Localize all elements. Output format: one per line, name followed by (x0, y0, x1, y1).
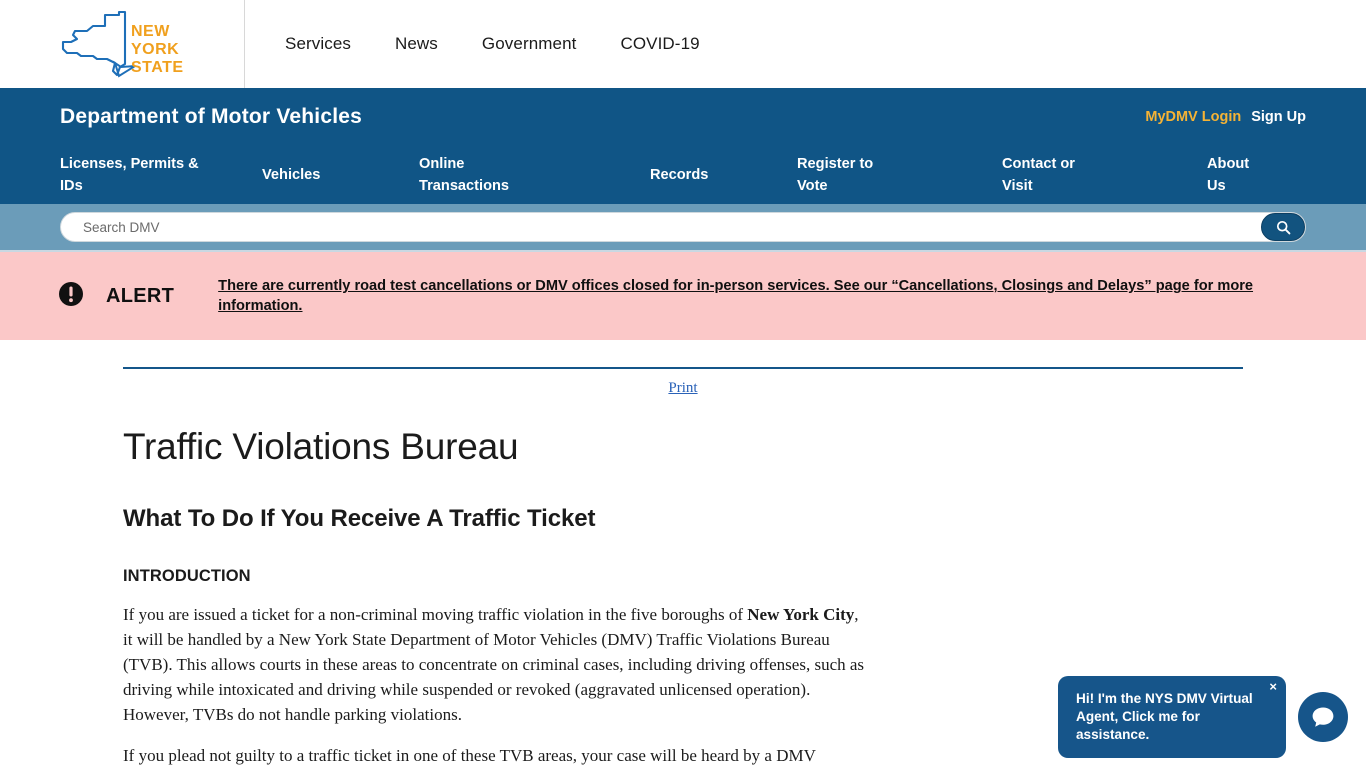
section-heading-introduction: INTRODUCTION (123, 567, 251, 585)
paragraph-introduction-2: If you plead not guilty to a traffic tic… (123, 746, 816, 765)
ny-state-logo-icon: NEW YORK STATE (61, 10, 184, 78)
alert-label: ALERT (106, 284, 175, 307)
dmv-nav-label-contact-or-visit: Contact or Visit (1002, 156, 1075, 194)
search-submit-button[interactable] (1261, 213, 1305, 241)
svg-text:YORK: YORK (131, 41, 179, 58)
dmv-primary-nav: Licenses, Permits & IDs Vehicles Online … (0, 146, 1366, 204)
close-icon[interactable]: × (1267, 678, 1279, 695)
state-nav-item-covid19[interactable]: COVID-19 (620, 34, 699, 54)
dmv-nav-item-licenses[interactable]: Licenses, Permits & IDs (60, 153, 262, 197)
search-input[interactable] (60, 212, 1306, 242)
account-links: MyDMV Login Sign Up (1145, 109, 1306, 125)
dmv-nav-item-about-us[interactable]: About Us (1207, 153, 1262, 197)
paragraph-introduction-1: If you are issued a ticket for a non-cri… (123, 602, 865, 727)
state-nav-item-services[interactable]: Services (285, 34, 351, 54)
state-header: NEW YORK STATE Services News Government … (0, 0, 1366, 88)
dmv-nav-item-contact-or-visit[interactable]: Contact or Visit (1002, 153, 1207, 197)
state-nav: Services News Government COVID-19 (245, 0, 700, 88)
svg-text:STATE: STATE (131, 59, 184, 76)
sign-up-link[interactable]: Sign Up (1251, 109, 1306, 125)
mydmv-login-link[interactable]: MyDMV Login (1145, 109, 1241, 125)
chat-bubble-icon (1312, 707, 1334, 727)
dmv-nav-item-register-to-vote[interactable]: Register to Vote (797, 153, 1002, 197)
state-nav-item-government[interactable]: Government (482, 34, 577, 54)
dmv-header: Department of Motor Vehicles MyDMV Login… (0, 88, 1366, 204)
virtual-agent-message: Hi! I'm the NYS DMV Virtual Agent, Click… (1076, 691, 1253, 742)
alert-message-link[interactable]: There are currently road test cancellati… (218, 276, 1306, 316)
paragraph-1-bold-nyc: New York City (747, 605, 855, 624)
dmv-nav-label-vehicles: Vehicles (262, 167, 321, 183)
dmv-title: Department of Motor Vehicles (60, 105, 362, 128)
search-bar (0, 204, 1366, 252)
dmv-nav-item-records[interactable]: Records (650, 164, 797, 186)
page-title: Traffic Violations Bureau (123, 426, 519, 467)
virtual-agent-widget: × Hi! I'm the NYS DMV Virtual Agent, Cli… (1058, 676, 1348, 758)
dmv-title-row: Department of Motor Vehicles MyDMV Login… (0, 88, 1366, 146)
dmv-nav-label-online-transactions: Online Transactions (419, 156, 510, 194)
search-field-wrapper (60, 212, 1306, 242)
print-row: Print (123, 369, 1243, 397)
dmv-nav-label-licenses: Licenses, Permits & IDs (60, 156, 199, 194)
virtual-agent-button[interactable] (1298, 692, 1348, 742)
search-icon (1276, 220, 1290, 234)
svg-text:NEW: NEW (131, 23, 170, 40)
paragraph-1-text-a: If you are issued a ticket for a non-cri… (123, 605, 748, 624)
exclamation-circle-icon (58, 281, 84, 312)
print-link[interactable]: Print (668, 380, 697, 396)
ny-state-logo[interactable]: NEW YORK STATE (0, 0, 245, 88)
virtual-agent-tooltip[interactable]: × Hi! I'm the NYS DMV Virtual Agent, Cli… (1058, 676, 1286, 758)
dmv-nav-item-online-transactions[interactable]: Online Transactions (419, 153, 650, 197)
dmv-nav-label-register-to-vote: Register to Vote (797, 156, 874, 194)
state-nav-item-news[interactable]: News (395, 34, 438, 54)
alert-banner: ALERT There are currently road test canc… (0, 252, 1366, 340)
dmv-nav-item-vehicles[interactable]: Vehicles (262, 164, 419, 186)
dmv-nav-label-records: Records (650, 167, 709, 183)
page-subtitle: What To Do If You Receive A Traffic Tick… (123, 505, 596, 532)
dmv-nav-label-about-us: About Us (1207, 156, 1250, 194)
